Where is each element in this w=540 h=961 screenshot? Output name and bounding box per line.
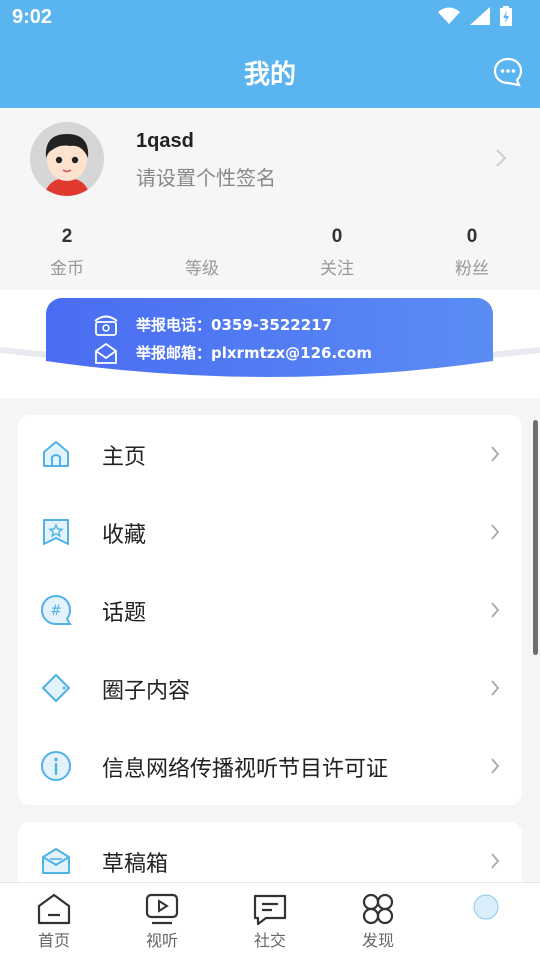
- chevron-right-icon: [496, 149, 507, 167]
- page-title: 我的: [243, 60, 296, 90]
- menu-item-favorites[interactable]: 收藏: [18, 493, 522, 571]
- tab-home[interactable]: 首页: [19, 893, 89, 951]
- report-phone-text: 举报电话：0359-3522217: [136, 316, 333, 334]
- tab-label: 社交: [253, 931, 286, 950]
- home-icon: [43, 441, 69, 467]
- status-icons: [438, 6, 512, 26]
- menu-label: 圈子内容: [102, 679, 191, 704]
- battery-icon: [500, 6, 512, 26]
- chevron-right-icon: [491, 853, 500, 869]
- report-email-text: 举报邮箱：plxrmtzx@126.com: [136, 344, 372, 362]
- home-tab-icon: [37, 893, 71, 925]
- chevron-right-icon: [491, 602, 500, 618]
- stat-coins[interactable]: 2 金币: [17, 226, 117, 279]
- scrollbar[interactable]: [533, 420, 538, 655]
- menu-item-topics[interactable]: # 话题: [18, 571, 522, 649]
- app-header: 我的: [0, 36, 540, 108]
- bookmark-star-icon: [43, 519, 69, 545]
- social-tab-icon: [253, 894, 287, 925]
- menu-item-circle-content[interactable]: 圈子内容: [18, 649, 522, 727]
- menu-item-license[interactable]: 信息网络传播视听节目许可证: [18, 727, 522, 805]
- profile-tab-icon: [473, 894, 499, 920]
- menu-label: 主页: [102, 445, 147, 470]
- tab-label: 视听: [145, 931, 178, 950]
- chevron-right-icon: [491, 680, 500, 696]
- report-banner: 举报电话：0359-3522217 举报邮箱：plxrmtzx@126.com: [46, 298, 493, 381]
- stat-level[interactable]: 等级: [152, 226, 252, 279]
- report-phone[interactable]: 举报电话：0359-3522217: [94, 314, 333, 336]
- stat-label: 关注: [320, 259, 354, 279]
- menu-label: 草稿箱: [102, 852, 169, 877]
- stat-fans[interactable]: 0 粉丝: [422, 226, 522, 279]
- svg-text:#: #: [50, 603, 62, 619]
- tab-profile[interactable]: [451, 893, 521, 927]
- avatar[interactable]: [30, 122, 104, 196]
- tab-label: 发现: [361, 931, 394, 950]
- menu-label: 话题: [102, 601, 147, 626]
- bottom-tab-bar: 首页 视听 社交 发现: [0, 882, 540, 961]
- stat-value: 0: [331, 226, 343, 247]
- status-bar: 9:02: [0, 0, 540, 36]
- avatar-cartoon-icon: [30, 122, 104, 196]
- profile-section[interactable]: 1qasd 请设置个性签名 2 金币 等级 0 关注 0 粉丝: [0, 108, 540, 290]
- stat-value: 0: [466, 226, 478, 247]
- menu-label: 信息网络传播视听节目许可证: [102, 757, 389, 782]
- chevron-right-icon: [491, 758, 500, 774]
- wifi-icon: [438, 7, 460, 24]
- report-email[interactable]: 举报邮箱：plxrmtzx@126.com: [95, 342, 372, 364]
- username: 1qasd: [136, 130, 194, 152]
- mail-icon: [95, 342, 117, 364]
- status-time: 9:02: [12, 6, 53, 28]
- chevron-right-icon: [491, 524, 500, 540]
- stat-value: 2: [61, 226, 73, 247]
- video-tab-icon: [145, 893, 179, 925]
- tab-discover[interactable]: 发现: [343, 893, 413, 951]
- chevron-right-icon: [491, 446, 500, 462]
- signature: 请设置个性签名: [136, 166, 276, 190]
- stat-label: 粉丝: [455, 259, 489, 279]
- menu-card: 主页 收藏 # 话题 圈子内容 信息网络传播视听节目许可证: [18, 415, 522, 805]
- stat-value: [152, 226, 252, 252]
- tab-social[interactable]: 社交: [235, 893, 305, 951]
- tab-video[interactable]: 视听: [127, 893, 197, 951]
- chat-bubble-icon[interactable]: [492, 56, 524, 88]
- drafts-icon: [42, 848, 70, 874]
- stat-label: 等级: [185, 259, 219, 279]
- banner-bottom-curve: [46, 361, 493, 381]
- menu-label: 收藏: [102, 523, 147, 548]
- info-icon: [41, 751, 71, 781]
- stat-following[interactable]: 0 关注: [287, 226, 387, 279]
- tab-label: 首页: [37, 931, 70, 950]
- stat-label: 金币: [50, 259, 84, 279]
- menu-item-home[interactable]: 主页: [18, 415, 522, 493]
- hashtag-icon: #: [40, 594, 72, 625]
- phone-icon: [94, 315, 118, 336]
- discover-tab-icon: [362, 893, 394, 925]
- signal-icon: [470, 7, 490, 25]
- diamond-icon: [42, 674, 70, 702]
- report-banner-area: 举报电话：0359-3522217 举报邮箱：plxrmtzx@126.com: [0, 290, 540, 398]
